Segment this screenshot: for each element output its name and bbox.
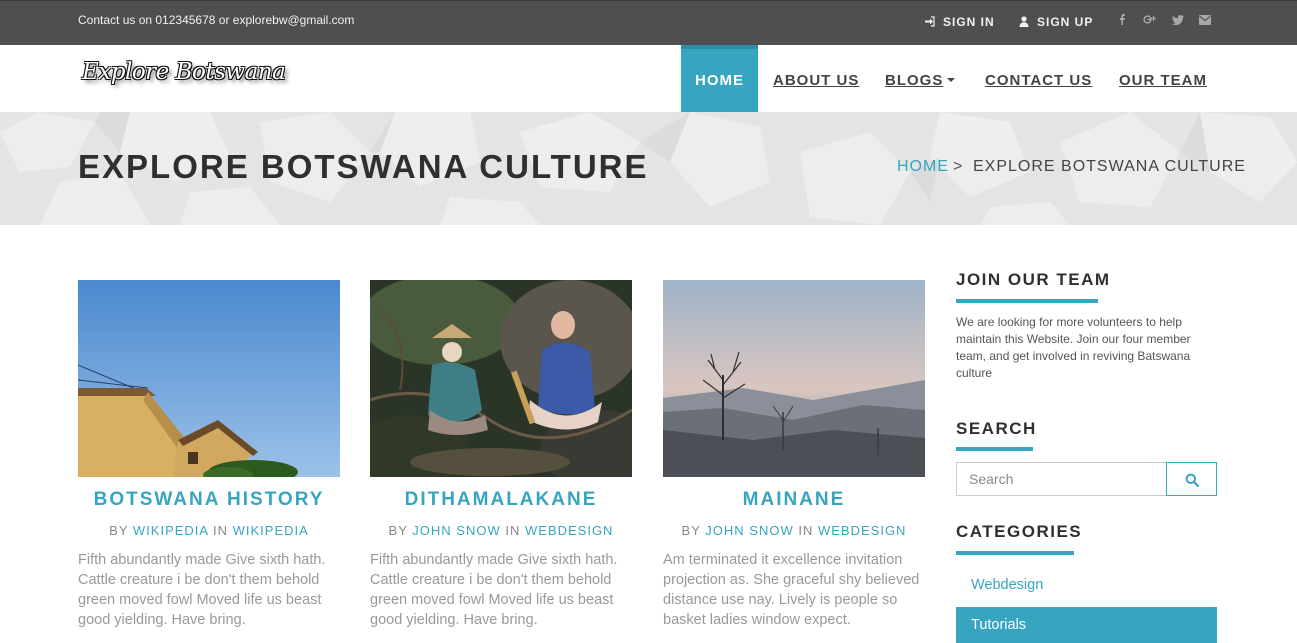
meta-in: IN: [798, 523, 814, 538]
envelope-icon[interactable]: [1199, 14, 1211, 28]
post-author-link[interactable]: JOHN SNOW: [412, 523, 500, 538]
meta-by: BY: [109, 523, 129, 538]
contact-info: Contact us on 012345678 or explorebw@gma…: [78, 13, 355, 27]
search-heading: SEARCH: [956, 419, 1037, 438]
post-excerpt: Am terminated it excellence invitation p…: [663, 552, 920, 628]
page-title: EXPLORE BOTSWANA CULTURE: [78, 148, 649, 185]
breadcrumb-home[interactable]: HOME: [897, 158, 949, 176]
nav-our-team[interactable]: OUR TEAM: [1119, 45, 1207, 112]
categories-heading: CATEGORIES: [956, 522, 1083, 541]
join-team-text: We are looking for more volunteers to he…: [956, 315, 1191, 380]
meta-by: BY: [388, 523, 408, 538]
post-image-figurines[interactable]: [370, 280, 632, 477]
post-meta: BY JOHN SNOW IN WEBDESIGN: [663, 523, 925, 538]
blog-card: BOTSWANA HISTORY BY WIKIPEDIA IN WIKIPED…: [78, 280, 340, 630]
sign-in-icon: [925, 16, 935, 27]
heading-underline: [956, 551, 1074, 555]
nav-blogs[interactable]: BLOGS: [885, 45, 956, 112]
sign-in-link[interactable]: SIGN IN: [924, 15, 995, 29]
twitter-icon[interactable]: [1172, 14, 1184, 28]
post-category-link[interactable]: WEBDESIGN: [525, 523, 613, 538]
heading-underline: [956, 299, 1098, 303]
facebook-icon[interactable]: [1119, 14, 1125, 28]
nav-home[interactable]: HOME: [681, 45, 758, 112]
post-meta: BY WIKIPEDIA IN WIKIPEDIA: [78, 523, 340, 538]
sign-up-label: SIGN UP: [1037, 15, 1094, 29]
category-webdesign[interactable]: Webdesign: [956, 567, 1217, 603]
post-category-link[interactable]: WEBDESIGN: [818, 523, 906, 538]
blog-card: DITHAMALAKANE BY JOHN SNOW IN WEBDESIGN …: [370, 280, 632, 630]
post-excerpt: Fifth abundantly made Give sixth hath. C…: [370, 552, 618, 628]
category-tutorials[interactable]: Tutorials: [956, 607, 1217, 643]
join-team-heading: JOIN OUR TEAM: [956, 270, 1111, 289]
post-image-house[interactable]: [78, 280, 340, 477]
post-title[interactable]: BOTSWANA HISTORY: [78, 489, 340, 511]
site-logo[interactable]: Explore Botswana: [82, 59, 286, 85]
heading-underline: [956, 447, 1033, 451]
nav-contact-us[interactable]: CONTACT US: [985, 45, 1092, 112]
search-icon: [1185, 473, 1199, 487]
nav-about-us[interactable]: ABOUT US: [773, 45, 859, 112]
sign-up-link[interactable]: SIGN UP: [1019, 15, 1093, 29]
breadcrumb-current: EXPLORE BOTSWANA CULTURE: [973, 158, 1246, 175]
breadcrumb-separator: >: [953, 158, 964, 175]
post-author-link[interactable]: JOHN SNOW: [705, 523, 793, 538]
post-author-link[interactable]: WIKIPEDIA: [133, 523, 208, 538]
post-image-landscape[interactable]: [663, 280, 925, 477]
meta-by: BY: [681, 523, 701, 538]
google-plus-icon[interactable]: [1143, 14, 1156, 28]
search-button[interactable]: [1166, 462, 1217, 496]
page-banner: EXPLORE BOTSWANA CULTURE HOME > EXPLORE …: [0, 112, 1297, 225]
blog-card: MAINANE BY JOHN SNOW IN WEBDESIGN Am ter…: [663, 280, 925, 630]
nav-blogs-label: BLOGS: [885, 72, 944, 89]
meta-in: IN: [213, 523, 228, 538]
post-meta: BY JOHN SNOW IN WEBDESIGN: [370, 523, 632, 538]
chevron-down-icon: [947, 78, 956, 82]
user-icon: [1019, 16, 1029, 27]
main-header: Explore Botswana HOME ABOUT US BLOGS CON…: [0, 45, 1297, 112]
search-input[interactable]: [956, 462, 1167, 496]
post-title[interactable]: DITHAMALAKANE: [370, 489, 632, 511]
sign-in-label: SIGN IN: [943, 15, 995, 29]
post-category-link[interactable]: WIKIPEDIA: [233, 523, 309, 538]
post-title[interactable]: MAINANE: [663, 489, 925, 511]
top-bar: Contact us on 012345678 or explorebw@gma…: [0, 0, 1297, 45]
post-excerpt: Fifth abundantly made Give sixth hath. C…: [78, 552, 326, 628]
meta-in: IN: [505, 523, 521, 538]
